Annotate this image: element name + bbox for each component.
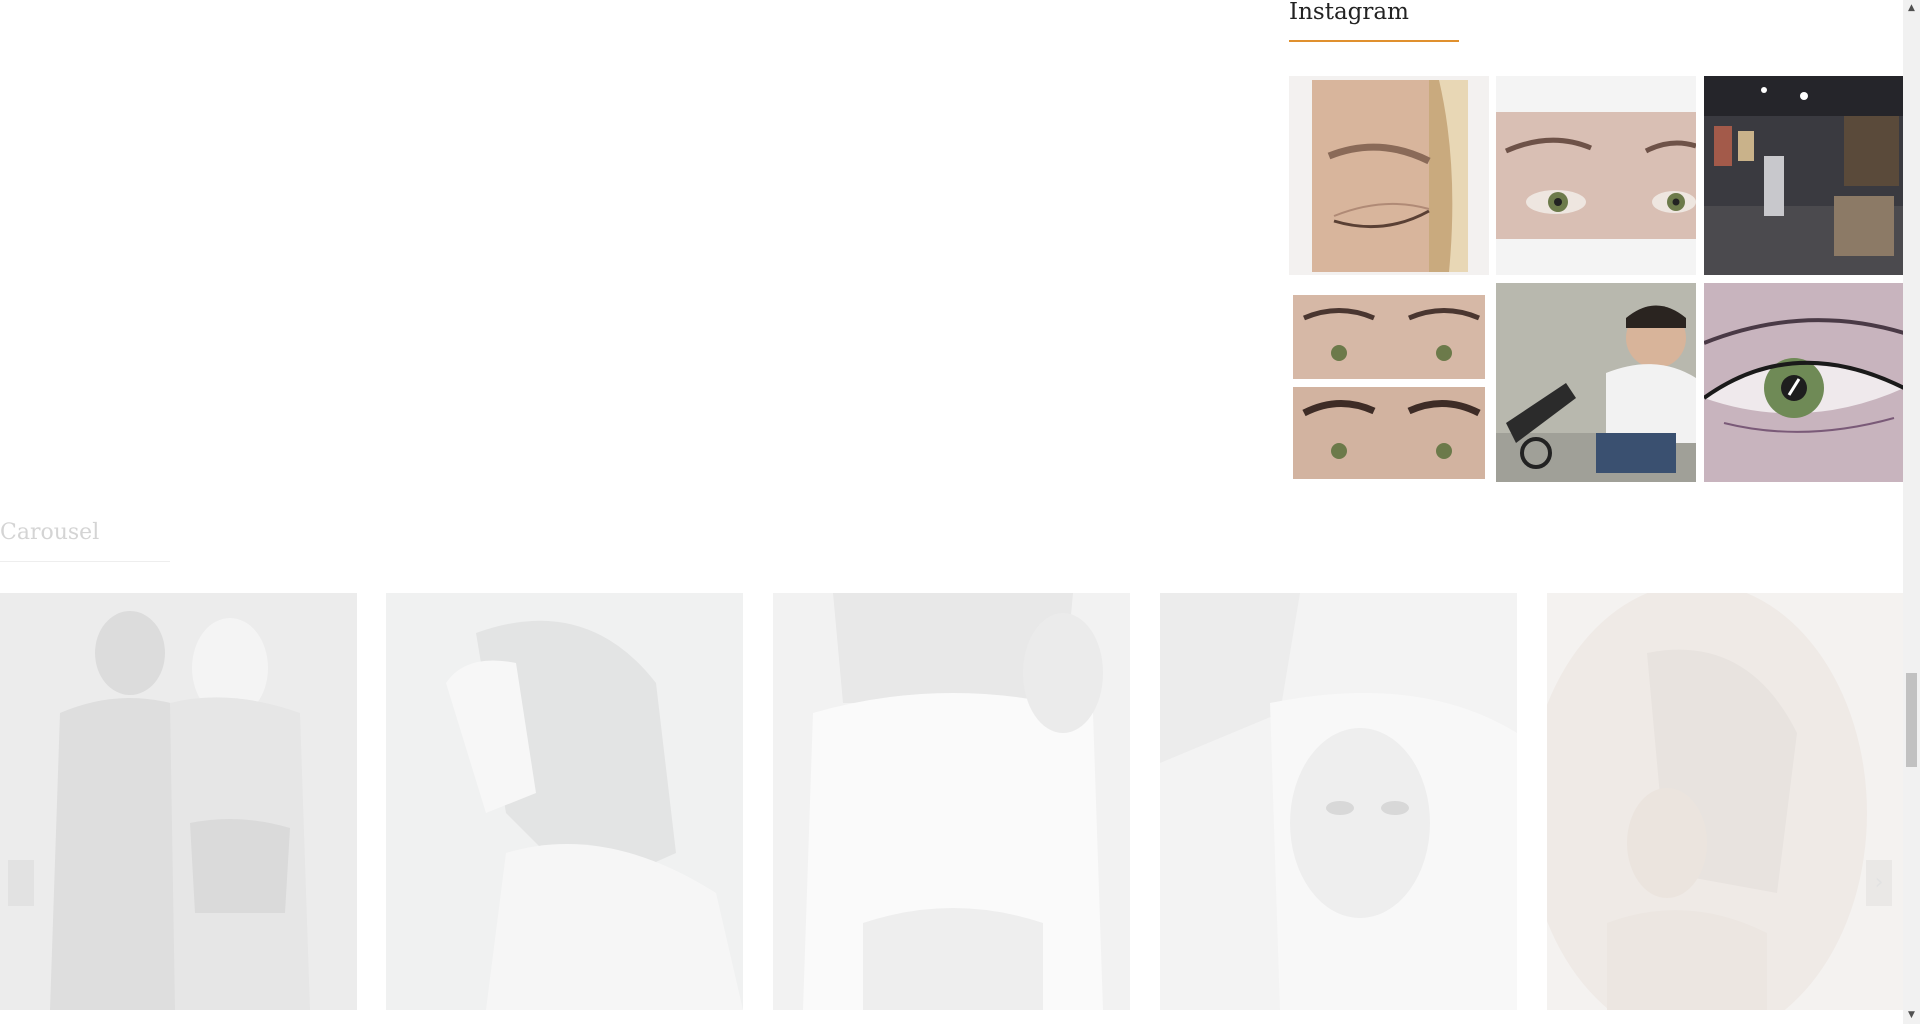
chevron-left-icon: ‹ (16, 870, 26, 895)
instagram-photo-4[interactable] (1289, 283, 1489, 482)
scrollbar-thumb[interactable] (1906, 673, 1917, 767)
carousel-slide-4[interactable] (1160, 593, 1517, 1010)
carousel-track (0, 593, 1905, 1010)
chevron-right-icon: › (1874, 870, 1884, 895)
vertical-scrollbar[interactable]: ▲ ▼ (1903, 0, 1920, 1024)
carousel-prev-button[interactable]: ‹ (8, 860, 34, 906)
carousel-slide-5[interactable] (1547, 593, 1904, 1010)
instagram-photo-1[interactable] (1289, 76, 1489, 275)
carousel-title-underline (0, 561, 170, 562)
carousel-next-button[interactable]: › (1866, 860, 1892, 906)
instagram-photo-6[interactable] (1704, 283, 1904, 482)
scroll-up-arrow-icon[interactable]: ▲ (1903, 0, 1920, 17)
carousel-slide-1[interactable] (0, 593, 357, 1010)
carousel-slide-3[interactable] (773, 593, 1130, 1010)
scroll-down-arrow-icon[interactable]: ▼ (1903, 1007, 1920, 1024)
instagram-photo-3[interactable] (1704, 76, 1904, 275)
carousel-slide-2[interactable] (386, 593, 743, 1010)
instagram-title-underline (1289, 40, 1459, 42)
instagram-photo-5[interactable] (1496, 283, 1696, 482)
instagram-grid (1289, 76, 1904, 482)
instagram-photo-2[interactable] (1496, 76, 1696, 275)
carousel-title: Carousel (0, 520, 100, 545)
instagram-widget-title: Instagram (1289, 0, 1409, 25)
